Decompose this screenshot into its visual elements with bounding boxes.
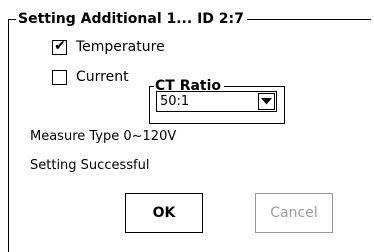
ct-ratio-select[interactable]: 50:1 — [156, 91, 277, 112]
measure-type-text: Measure Type 0~120V — [30, 129, 177, 144]
dialog-title: Setting Additional 1... ID 2:7 — [16, 10, 247, 28]
chevron-down-icon — [261, 98, 272, 105]
current-checkbox[interactable] — [52, 69, 67, 85]
ok-button[interactable]: OK — [125, 193, 203, 233]
temperature-option[interactable]: ✔ Temperature — [52, 37, 165, 55]
temperature-checkbox[interactable]: ✔ — [52, 37, 67, 55]
current-label: Current — [76, 69, 129, 85]
checkmark-icon: ✔ — [54, 37, 66, 54]
ct-ratio-value: 50:1 — [160, 94, 190, 109]
settings-dialog: Setting Additional 1... ID 2:7 ✔ Tempera… — [0, 0, 374, 252]
dropdown-arrow-button[interactable] — [258, 93, 275, 110]
cancel-button[interactable]: Cancel — [255, 193, 333, 233]
current-option[interactable]: Current — [52, 69, 129, 85]
temperature-label: Temperature — [76, 39, 165, 55]
status-text: Setting Successful — [30, 158, 150, 173]
